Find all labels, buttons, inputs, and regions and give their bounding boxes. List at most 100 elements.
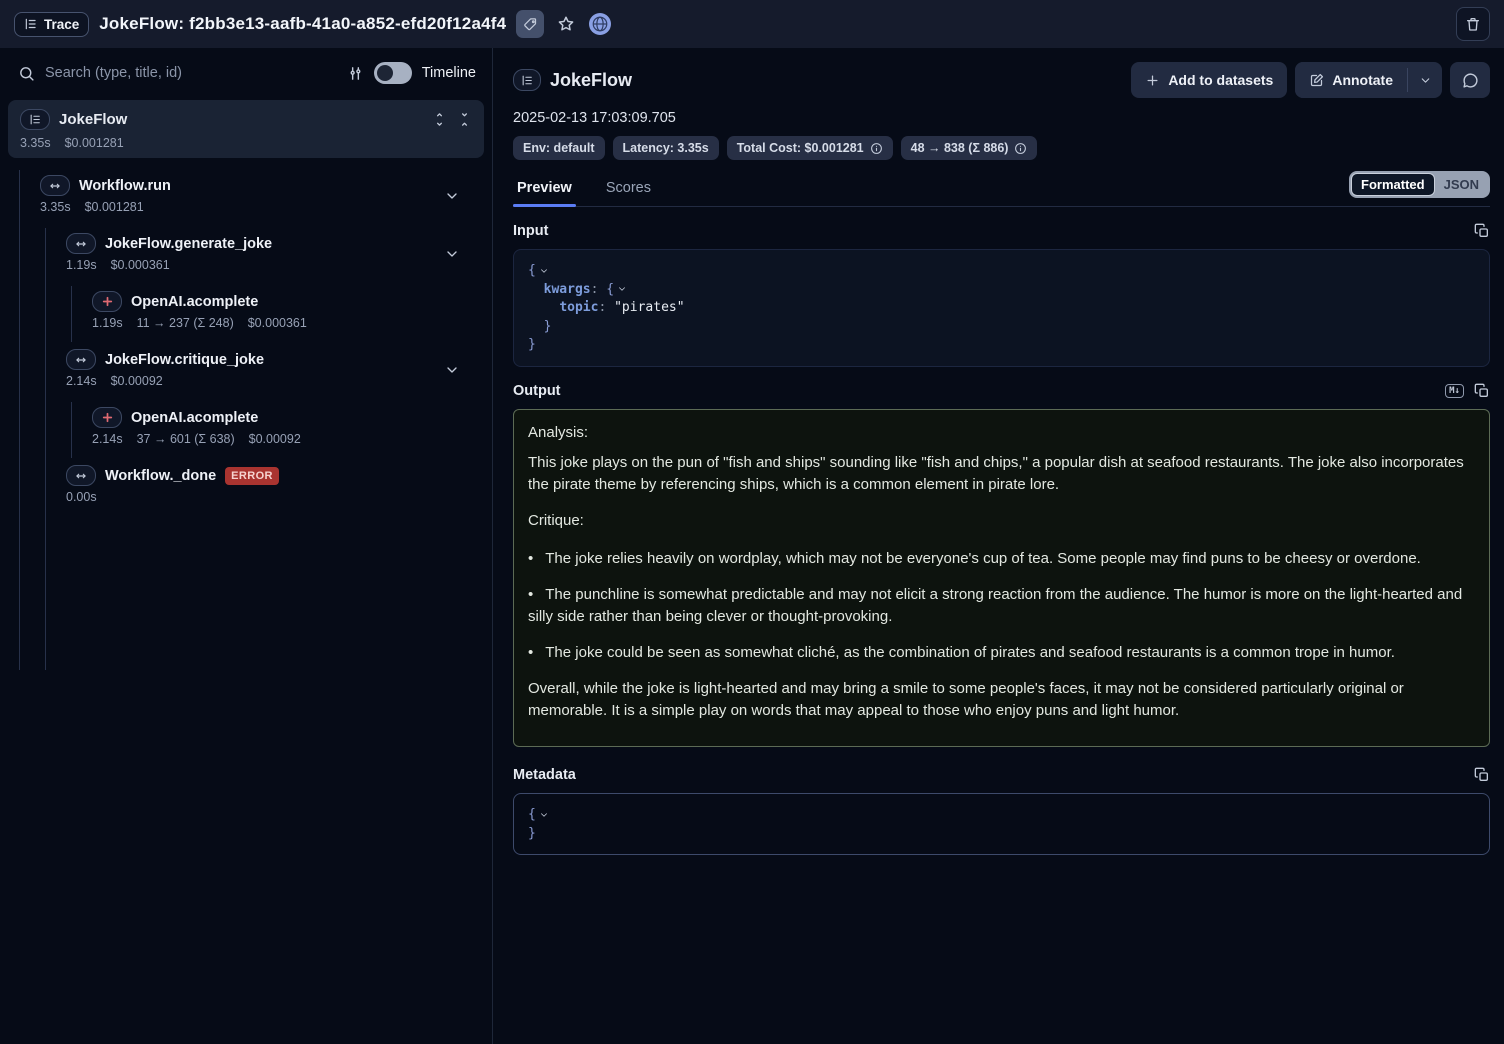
tag-icon xyxy=(523,17,538,32)
collapse-caret-icon[interactable] xyxy=(617,284,627,294)
plus-icon xyxy=(1145,73,1160,88)
json-string-value: "pirates" xyxy=(614,300,684,315)
tree-item-tokens: 37 → 601 (Σ 638) xyxy=(137,432,235,446)
expand-all-icon[interactable] xyxy=(432,112,447,127)
output-analysis-label: Analysis: xyxy=(528,422,1475,444)
tree-item-cost: $0.00092 xyxy=(111,374,163,388)
token-usage-badge[interactable]: 48 → 838 (Σ 886) xyxy=(901,136,1038,160)
trace-timestamp: 2025-02-13 17:03:09.705 xyxy=(513,110,1490,126)
output-section-title: Output xyxy=(513,383,561,399)
detail-tabs: Preview Scores Formatted JSON xyxy=(513,174,1490,207)
star-icon xyxy=(557,15,575,33)
trace-node-badge xyxy=(20,109,50,130)
annotate-label: Annotate xyxy=(1332,72,1393,88)
add-to-datasets-button[interactable]: Add to datasets xyxy=(1131,62,1287,98)
format-toggle-json[interactable]: JSON xyxy=(1435,174,1488,195)
arrow-left-right-icon xyxy=(48,179,62,193)
tree-item-duration: 1.19s xyxy=(92,316,123,330)
tree-root-item-jokeflow[interactable]: JokeFlow 3.35s $0.001281 xyxy=(8,100,484,158)
json-brace: } xyxy=(544,319,552,334)
collapse-chevron[interactable] xyxy=(444,188,460,204)
output-bullet: •The joke could be seen as somewhat clic… xyxy=(528,642,1475,664)
json-key: kwargs xyxy=(544,282,591,297)
output-content-panel: Analysis: This joke plays on the pun of … xyxy=(513,409,1490,747)
tab-preview[interactable]: Preview xyxy=(513,174,576,206)
copy-icon[interactable] xyxy=(1474,767,1490,783)
collapse-caret-icon[interactable] xyxy=(539,810,549,820)
filter-sliders-icon[interactable] xyxy=(347,65,364,82)
tree-item-cost: $0.000361 xyxy=(111,258,170,272)
detail-title: JokeFlow xyxy=(550,70,632,91)
tree-root-title: JokeFlow xyxy=(59,111,127,128)
trace-type-badge: Trace xyxy=(14,12,89,37)
collapse-chevron[interactable] xyxy=(444,362,460,378)
delete-trace-button[interactable] xyxy=(1456,7,1490,41)
top-bar: Trace JokeFlow: f2bb3e13-aafb-41a0-a852-… xyxy=(0,0,1504,48)
generation-icon xyxy=(101,295,114,308)
trace-badges-row: Env: default Latency: 3.35s Total Cost: … xyxy=(513,136,1490,160)
comments-button[interactable] xyxy=(1450,62,1490,98)
trace-tree-sidebar: Timeline JokeFlow xyxy=(0,48,493,1044)
output-critique-label: Critique: xyxy=(528,510,1475,532)
comment-bubble-icon xyxy=(1462,72,1479,89)
tree-item-title: Workflow.run xyxy=(79,178,171,194)
tree-item-duration: 2.14s xyxy=(66,374,97,388)
tree-item-openai-acomplete-2[interactable]: OpenAI.acomplete 2.14s 37 → 601 (Σ 638) … xyxy=(0,404,492,462)
chevron-down-icon xyxy=(1419,74,1432,87)
list-tree-icon xyxy=(521,74,534,87)
add-to-datasets-label: Add to datasets xyxy=(1168,72,1273,88)
span-node-badge xyxy=(66,233,96,254)
trace-title: JokeFlow: f2bb3e13-aafb-41a0-a852-efd20f… xyxy=(99,14,506,34)
tree-item-workflow-run[interactable]: Workflow.run 3.35s $0.001281 xyxy=(0,172,492,230)
output-section-header: Output M↓ xyxy=(513,383,1490,399)
markdown-toggle-icon[interactable]: M↓ xyxy=(1445,384,1464,398)
json-brace: { xyxy=(528,263,536,278)
tree-item-critique-joke[interactable]: JokeFlow.critique_joke 2.14s $0.00092 xyxy=(0,346,492,404)
json-key: topic xyxy=(559,300,598,315)
format-toggle-formatted[interactable]: Formatted xyxy=(1351,173,1435,196)
env-badge: Env: default xyxy=(513,136,605,160)
collapse-chevron[interactable] xyxy=(444,246,460,262)
tree-item-cost: $0.000361 xyxy=(248,316,307,330)
copy-icon[interactable] xyxy=(1474,223,1490,239)
tree-item-cost: $0.00092 xyxy=(249,432,301,446)
json-brace: } xyxy=(528,826,536,841)
latency-badge: Latency: 3.35s xyxy=(613,136,719,160)
collapse-caret-icon[interactable] xyxy=(539,266,549,276)
visibility-button[interactable] xyxy=(588,12,612,36)
list-tree-icon xyxy=(24,17,38,31)
tree-item-generate-joke[interactable]: JokeFlow.generate_joke 1.19s $0.000361 xyxy=(0,230,492,288)
span-node-badge xyxy=(66,349,96,370)
trash-icon xyxy=(1465,16,1481,32)
json-brace: { xyxy=(528,807,536,822)
output-bullet: •The joke relies heavily on wordplay, wh… xyxy=(528,548,1475,570)
total-cost-badge[interactable]: Total Cost: $0.001281 xyxy=(727,136,893,160)
bullet-dot: • xyxy=(528,550,533,567)
tree-item-duration: 1.19s xyxy=(66,258,97,272)
timeline-toggle[interactable] xyxy=(374,62,412,84)
bullet-dot: • xyxy=(528,644,533,661)
annotate-dropdown-button[interactable] xyxy=(1408,62,1442,98)
tree-item-title: JokeFlow.generate_joke xyxy=(105,236,272,252)
collapse-all-icon[interactable] xyxy=(457,112,472,127)
list-tree-icon xyxy=(29,113,42,126)
annotate-button[interactable]: Annotate xyxy=(1295,62,1407,98)
tab-scores[interactable]: Scores xyxy=(602,174,655,206)
copy-icon[interactable] xyxy=(1474,383,1490,399)
tag-button[interactable] xyxy=(516,10,544,38)
tree-item-duration: 2.14s xyxy=(92,432,123,446)
tree-item-title: JokeFlow.critique_joke xyxy=(105,352,264,368)
output-conclusion: Overall, while the joke is light-hearted… xyxy=(528,678,1475,722)
tree-item-duration: 3.35s xyxy=(40,200,71,214)
tree-item-workflow-done[interactable]: Workflow._done ERROR 0.00s xyxy=(0,462,492,520)
bookmark-star-button[interactable] xyxy=(554,12,578,36)
tree-item-cost: $0.001281 xyxy=(85,200,144,214)
arrow-left-right-icon xyxy=(74,469,88,483)
input-json-panel: { kwargs: { topic: "pirates" } } xyxy=(513,249,1490,367)
search-input[interactable] xyxy=(45,65,337,81)
error-badge: ERROR xyxy=(225,467,279,485)
tree-item-openai-acomplete-1[interactable]: OpenAI.acomplete 1.19s 11 → 237 (Σ 248) … xyxy=(0,288,492,346)
span-node-badge xyxy=(66,465,96,486)
format-toggle: Formatted JSON xyxy=(1349,171,1490,198)
info-icon xyxy=(1014,142,1027,155)
